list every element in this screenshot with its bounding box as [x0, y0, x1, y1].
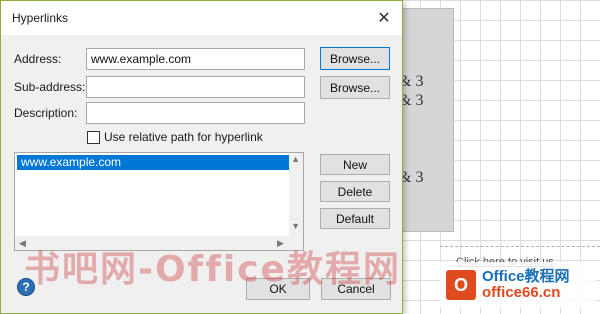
ok-button[interactable]: OK: [246, 278, 310, 300]
help-icon[interactable]: ?: [17, 278, 35, 296]
dialog-title: Hyperlinks: [12, 11, 69, 25]
browse-subaddress-button[interactable]: Browse...: [320, 76, 390, 99]
subaddress-label: Sub-address:: [14, 80, 86, 94]
close-button[interactable]: ✕: [372, 7, 396, 29]
subaddress-field[interactable]: [86, 76, 305, 98]
brand-badge: O Office教程网 office66.cn: [440, 262, 596, 308]
new-button[interactable]: New: [320, 154, 390, 175]
scroll-right-icon[interactable]: ▶: [277, 238, 284, 249]
scroll-down-icon[interactable]: ▼: [291, 221, 300, 231]
scroll-corner: [289, 236, 303, 250]
hyperlinks-dialog: Hyperlinks ✕ Address: Browse... Sub-addr…: [0, 0, 403, 314]
close-icon: ✕: [377, 10, 391, 27]
title-bar: Hyperlinks ✕: [1, 1, 402, 35]
relative-path-option[interactable]: Use relative path for hyperlink: [87, 130, 263, 144]
scroll-left-icon[interactable]: ◀: [19, 238, 26, 249]
brand-domain: office66.cn: [482, 284, 561, 301]
dashed-guide: [440, 246, 600, 247]
relative-path-label: Use relative path for hyperlink: [104, 130, 263, 144]
default-button[interactable]: Default: [320, 208, 390, 229]
description-field[interactable]: [86, 102, 305, 124]
list-item[interactable]: www.example.com: [17, 155, 289, 170]
brand-text: Office教程网 office66.cn: [482, 267, 570, 302]
delete-button[interactable]: Delete: [320, 181, 390, 202]
cancel-button[interactable]: Cancel: [321, 278, 391, 300]
vertical-scrollbar[interactable]: ▲ ▼: [289, 153, 303, 237]
hyperlink-list[interactable]: www.example.com ▲ ▼ ◀ ▶: [14, 152, 304, 251]
brand-name: Office教程网: [482, 267, 570, 285]
address-field[interactable]: [86, 48, 305, 70]
browse-address-button[interactable]: Browse...: [320, 47, 390, 70]
horizontal-scrollbar[interactable]: ◀ ▶: [15, 236, 291, 250]
office-logo-icon: O: [446, 270, 476, 300]
scroll-up-icon[interactable]: ▲: [291, 154, 300, 164]
address-label: Address:: [14, 52, 62, 66]
description-label: Description:: [14, 106, 78, 120]
relative-path-checkbox[interactable]: [87, 130, 100, 144]
